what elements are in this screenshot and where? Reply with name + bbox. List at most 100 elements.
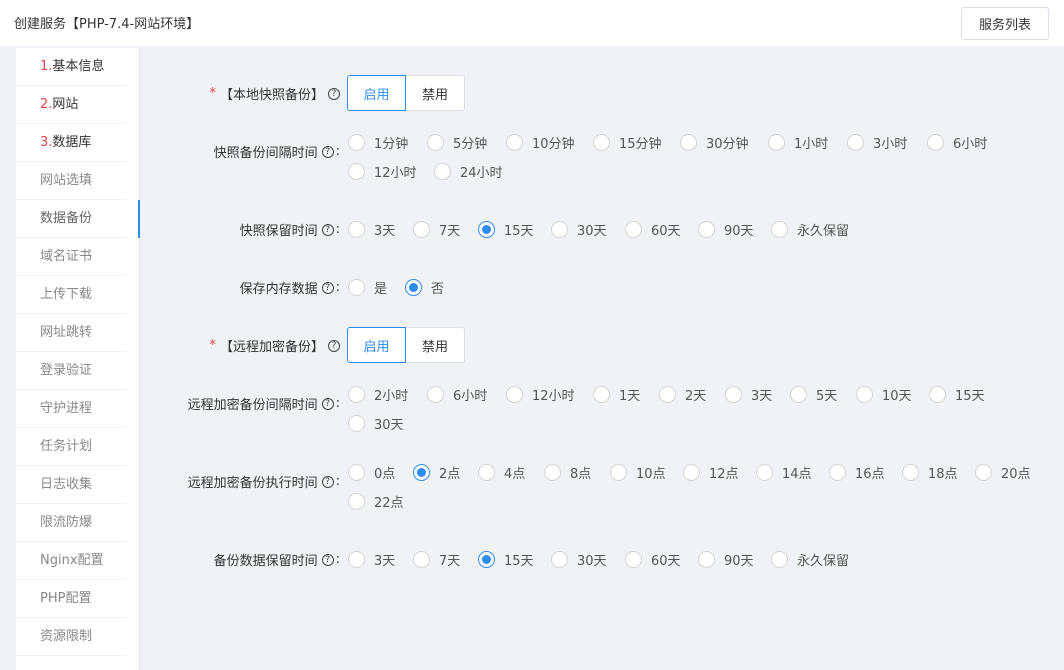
radio-circle: [771, 551, 788, 568]
snapshot_interval-option[interactable]: 30分钟: [680, 133, 749, 152]
service-list-button[interactable]: 服务列表: [961, 7, 1049, 40]
help-icon[interactable]: ?: [321, 397, 334, 410]
remote_exec_time-option[interactable]: 22点: [348, 492, 404, 511]
remote_exec_time-option[interactable]: 2点: [413, 463, 460, 482]
sidebar-item-6[interactable]: 上传下载: [16, 276, 127, 314]
radio-circle: [683, 464, 700, 481]
sidebar-item-15[interactable]: 资源限制: [16, 618, 127, 656]
save_memory-option[interactable]: 否: [405, 278, 444, 297]
snapshot_interval-option[interactable]: 3小时: [847, 133, 907, 152]
help-icon[interactable]: ?: [321, 553, 334, 566]
help-icon[interactable]: ?: [321, 223, 334, 236]
snapshot_interval-option[interactable]: 24小时: [434, 162, 503, 181]
remote_interval-option[interactable]: 5天: [790, 385, 837, 404]
remote_interval-option[interactable]: 2小时: [348, 385, 408, 404]
radio-circle: [427, 134, 444, 151]
sidebar-item-8[interactable]: 登录验证: [16, 352, 127, 390]
sidebar-item-0[interactable]: 1.基本信息: [16, 48, 127, 86]
sidebar-item-14[interactable]: PHP配置: [16, 580, 127, 618]
snapshot_retention-option[interactable]: 3天: [348, 220, 395, 239]
remote_backup-enable-button[interactable]: 启用: [347, 327, 406, 363]
snapshot_retention-option[interactable]: 30天: [551, 220, 607, 239]
remote_exec_time-option[interactable]: 0点: [348, 463, 395, 482]
label-colon: :: [335, 144, 340, 159]
sidebar-item-5[interactable]: 域名证书: [16, 238, 127, 276]
radio-label: 18点: [928, 467, 958, 482]
remote_interval-option[interactable]: 1天: [593, 385, 640, 404]
sidebar-item-7[interactable]: 网址跳转: [16, 314, 127, 352]
sidebar-item-2[interactable]: 3.数据库: [16, 124, 127, 162]
top-bar: 创建服务【PHP-7.4-网站环境】 服务列表: [0, 0, 1064, 46]
remote_exec_time-option[interactable]: 8点: [544, 463, 591, 482]
remote_exec_time-option[interactable]: 18点: [902, 463, 958, 482]
snapshot_interval-option[interactable]: 5分钟: [427, 133, 487, 152]
remote_interval-option[interactable]: 12小时: [506, 385, 575, 404]
local_snapshot-disable-button[interactable]: 禁用: [406, 75, 465, 111]
help-icon[interactable]: ?: [321, 475, 334, 488]
sidebar-item-12[interactable]: 限流防爆: [16, 504, 127, 542]
snapshot_interval-option[interactable]: 6小时: [927, 133, 987, 152]
snapshot_retention-option[interactable]: 永久保留: [771, 220, 849, 239]
remote_backup-label: * 【远程加密备份】?: [209, 336, 340, 355]
label-colon: :: [335, 396, 340, 411]
required-star: *: [209, 86, 216, 101]
help-icon[interactable]: ?: [321, 281, 334, 294]
radio-circle: [771, 221, 788, 238]
radio-circle: [478, 464, 495, 481]
local_snapshot-enable-button[interactable]: 启用: [347, 75, 406, 111]
remote_interval-option[interactable]: 2天: [659, 385, 706, 404]
backup_retention-option[interactable]: 永久保留: [771, 550, 849, 569]
remote_interval-option[interactable]: 3天: [725, 385, 772, 404]
remote_interval-option[interactable]: 15天: [929, 385, 985, 404]
backup_retention-option[interactable]: 15天: [478, 550, 534, 569]
remote_exec_time-option[interactable]: 12点: [683, 463, 739, 482]
remote_interval-option[interactable]: 6小时: [427, 385, 487, 404]
sidebar-item-1[interactable]: 2.网站: [16, 86, 127, 124]
help-icon[interactable]: ?: [328, 87, 340, 100]
remote_exec_time-option[interactable]: 20点: [975, 463, 1031, 482]
backup_retention-option[interactable]: 90天: [698, 550, 754, 569]
sidebar-item-13[interactable]: Nginx配置: [16, 542, 127, 580]
snapshot_retention-option[interactable]: 7天: [413, 220, 460, 239]
radio-label: 0点: [374, 467, 396, 482]
snapshot_interval-option[interactable]: 15分钟: [593, 133, 662, 152]
sidebar-item-label: 网站选填: [40, 173, 93, 188]
radio-label: 60天: [651, 554, 681, 569]
remote_exec_time-option[interactable]: 14点: [756, 463, 812, 482]
save_memory-option[interactable]: 是: [348, 278, 387, 297]
snapshot_interval-option[interactable]: 10分钟: [506, 133, 575, 152]
radio-circle: [506, 134, 523, 151]
remote_exec_time-option[interactable]: 4点: [478, 463, 525, 482]
remote_backup-disable-button[interactable]: 禁用: [406, 327, 465, 363]
backup_retention-option[interactable]: 3天: [348, 550, 395, 569]
sidebar-item-9[interactable]: 守护进程: [16, 390, 127, 428]
snapshot_interval-option[interactable]: 1小时: [768, 133, 828, 152]
sidebar-item-4[interactable]: 数据备份: [16, 200, 140, 238]
radio-circle: [680, 134, 697, 151]
backup_retention-option[interactable]: 30天: [551, 550, 607, 569]
radio-circle: [478, 221, 495, 238]
snapshot_retention-option[interactable]: 15天: [478, 220, 534, 239]
backup_retention-option[interactable]: 7天: [413, 550, 460, 569]
snapshot_retention-option[interactable]: 60天: [625, 220, 681, 239]
sidebar-item-3[interactable]: 网站选填: [16, 162, 127, 200]
remote_interval-option[interactable]: 30天: [348, 414, 404, 433]
radio-circle: [348, 493, 365, 510]
remote_interval-option[interactable]: 10天: [856, 385, 912, 404]
snapshot_interval-option[interactable]: 12小时: [348, 162, 417, 181]
backup_retention-option[interactable]: 60天: [625, 550, 681, 569]
radio-label: 永久保留: [797, 554, 850, 569]
help-icon[interactable]: ?: [328, 339, 340, 352]
radio-circle: [927, 134, 944, 151]
sidebar-item-11[interactable]: 日志收集: [16, 466, 127, 504]
snapshot_interval-option[interactable]: 1分钟: [348, 133, 408, 152]
snapshot_retention-option[interactable]: 90天: [698, 220, 754, 239]
radio-circle: [348, 415, 365, 432]
radio-label: 7天: [439, 554, 461, 569]
remote_exec_time-option[interactable]: 16点: [829, 463, 885, 482]
remote_exec_time-option[interactable]: 10点: [610, 463, 666, 482]
radio-label: 22点: [374, 496, 404, 511]
sidebar-item-10[interactable]: 任务计划: [16, 428, 127, 466]
help-icon[interactable]: ?: [321, 145, 334, 158]
radio-label: 4点: [504, 467, 526, 482]
